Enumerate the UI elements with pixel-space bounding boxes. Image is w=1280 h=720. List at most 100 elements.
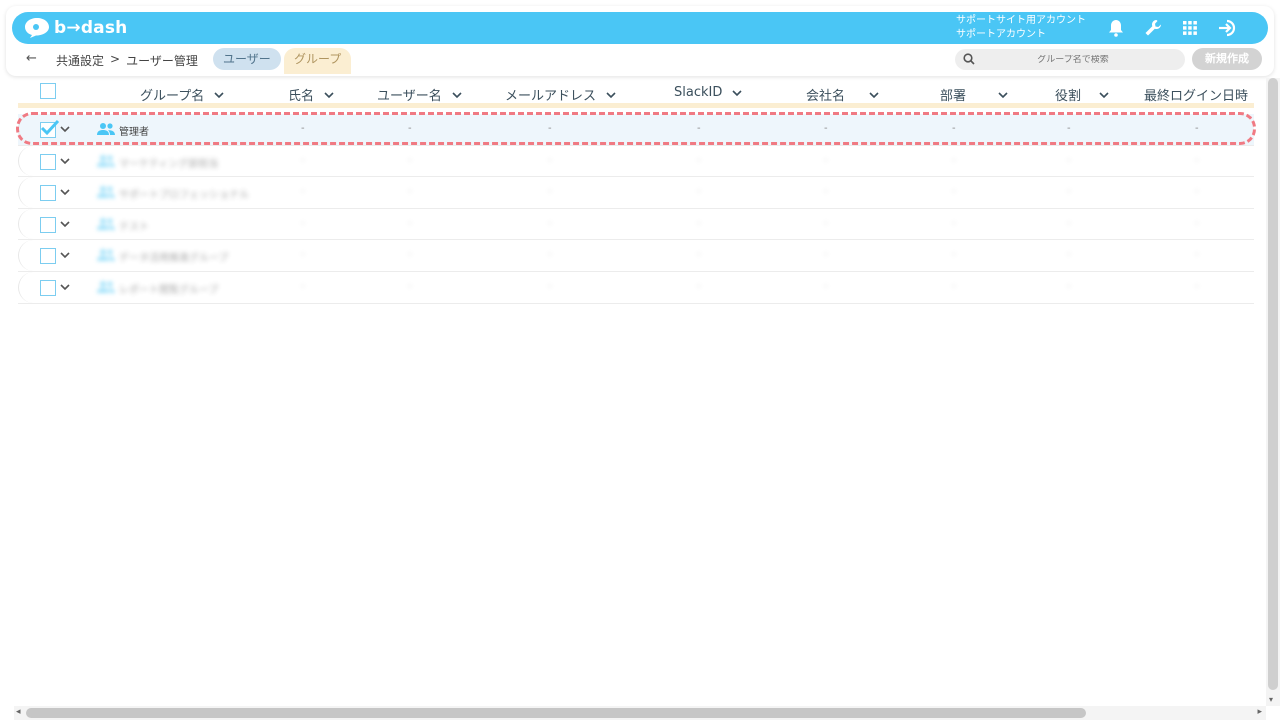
row-checkbox[interactable]: [40, 279, 56, 296]
column-header-username[interactable]: ユーザー名: [377, 85, 462, 104]
table-cell: -: [548, 217, 552, 229]
group-name-cell[interactable]: 管理者: [119, 123, 149, 138]
table-row[interactable]: サポートプロフェッショナル - - - - - - - -: [18, 177, 1254, 209]
tab-user[interactable]: ユーザー: [213, 48, 281, 70]
table-cell: -: [824, 154, 828, 166]
table-row[interactable]: レポート閲覧グループ - - - - - - - -: [18, 271, 1254, 304]
chevron-down-icon: [1099, 91, 1109, 98]
column-label: 部署: [940, 89, 967, 104]
expand-chevron-icon[interactable]: [60, 250, 70, 260]
scroll-left-arrow[interactable]: ◂: [16, 707, 21, 717]
chevron-down-icon: [998, 91, 1008, 98]
table-cell: -: [1195, 154, 1199, 166]
vertical-scrollbar[interactable]: ▾: [1266, 78, 1280, 706]
logo-text: b→dash: [54, 18, 128, 38]
group-name-cell[interactable]: レポート閲覧グループ: [119, 281, 218, 296]
scroll-right-arrow[interactable]: ▸: [1257, 707, 1262, 717]
column-label: SlackID: [674, 85, 723, 100]
search-input[interactable]: [983, 54, 1163, 65]
table-cell: -: [1067, 280, 1071, 292]
row-checkbox[interactable]: [40, 248, 56, 265]
table-cell: -: [697, 123, 701, 134]
table-row[interactable]: テスト - - - - - - - -: [18, 208, 1254, 241]
chevron-down-icon: [214, 91, 224, 98]
back-button[interactable]: ←: [26, 51, 37, 66]
group-icon: [97, 186, 115, 199]
table-cell: -: [408, 249, 412, 261]
bell-icon[interactable]: [1106, 18, 1126, 38]
row-checkbox[interactable]: [40, 185, 56, 202]
table-cell: -: [301, 123, 305, 134]
apps-grid-icon[interactable]: [1180, 18, 1200, 38]
group-name-cell[interactable]: テスト: [119, 218, 149, 233]
row-checkbox[interactable]: [40, 216, 56, 233]
horizontal-scroll-thumb[interactable]: [26, 708, 1086, 718]
group-name-cell[interactable]: データ活用推進グループ: [119, 249, 228, 264]
table-cell: -: [1195, 186, 1199, 198]
expand-chevron-icon[interactable]: [60, 282, 70, 292]
table-body: 管理者 - - - - - - - - マーケティング部担当 - - - - - - - - サポートプロフェッショ…: [18, 114, 1254, 304]
chevron-down-icon: [324, 91, 334, 98]
horizontal-scrollbar[interactable]: ◂ ▸: [14, 706, 1266, 720]
breadcrumb-common-settings[interactable]: 共通設定: [56, 52, 104, 69]
search-box: [955, 49, 1185, 70]
row-checkbox[interactable]: [40, 119, 60, 138]
logout-icon[interactable]: [1218, 18, 1238, 38]
table-row[interactable]: データ活用推進グループ - - - - - - - -: [18, 240, 1254, 272]
table-cell: -: [952, 123, 956, 134]
table-cell: -: [824, 123, 828, 134]
logo-bubble-icon: [25, 18, 49, 38]
table-cell: -: [824, 186, 828, 198]
table-cell: -: [697, 154, 701, 166]
expand-chevron-icon[interactable]: [60, 156, 70, 166]
column-header-role[interactable]: 役割: [1055, 85, 1109, 104]
column-header-full-name[interactable]: 氏名: [288, 85, 334, 104]
create-new-button[interactable]: 新規作成: [1192, 48, 1262, 70]
row-checkbox[interactable]: [40, 153, 56, 170]
table-cell: -: [697, 186, 701, 198]
expand-chevron-icon[interactable]: [60, 219, 70, 229]
table-cell: -: [1067, 186, 1071, 198]
group-name-cell[interactable]: マーケティング部担当: [119, 155, 218, 170]
table-cell: -: [952, 217, 956, 229]
table-cell: -: [824, 217, 828, 229]
wrench-icon[interactable]: [1143, 18, 1163, 38]
account-info[interactable]: サポートサイト用アカウント サポートアカウント: [956, 14, 1086, 42]
table-cell: -: [824, 249, 828, 261]
column-header-group-name[interactable]: グループ名: [140, 85, 224, 104]
table-cell: -: [301, 280, 305, 292]
table-cell: -: [697, 217, 701, 229]
group-name-cell[interactable]: サポートプロフェッショナル: [119, 186, 249, 201]
select-all-checkbox[interactable]: [40, 83, 56, 99]
column-header-department[interactable]: 部署: [940, 85, 1008, 104]
table-row[interactable]: マーケティング部担当 - - - - - - - -: [18, 145, 1254, 178]
table-cell: -: [548, 186, 552, 198]
chevron-down-icon: [452, 91, 462, 98]
column-header-last-login[interactable]: 最終ログイン日時: [1144, 85, 1248, 104]
expand-chevron-icon[interactable]: [60, 124, 70, 134]
table-cell: -: [1195, 123, 1199, 134]
column-label: 氏名: [288, 89, 315, 104]
table-cell: -: [408, 217, 412, 229]
breadcrumb-separator: >: [110, 52, 121, 66]
breadcrumb-user-management: ユーザー管理: [126, 54, 198, 68]
logo[interactable]: b→dash: [24, 16, 127, 40]
group-icon: [97, 123, 115, 135]
expand-chevron-icon[interactable]: [60, 187, 70, 197]
table-row[interactable]: 管理者 - - - - - - - -: [18, 114, 1254, 146]
group-icon: [97, 280, 115, 293]
vertical-scroll-thumb[interactable]: [1268, 78, 1278, 690]
column-header-slack-id[interactable]: SlackID: [674, 85, 742, 100]
table-cell: -: [697, 249, 701, 261]
table-cell: -: [548, 280, 552, 292]
group-icon: [97, 154, 115, 167]
column-label: グループ名: [140, 89, 205, 104]
column-header-email[interactable]: メールアドレス: [505, 85, 616, 104]
table-cell: -: [408, 154, 412, 166]
table-cell: -: [1067, 217, 1071, 229]
group-icon: [97, 249, 115, 262]
tab-group[interactable]: グループ: [284, 48, 352, 74]
table-cell: -: [548, 123, 552, 134]
scroll-down-arrow[interactable]: ▾: [1269, 695, 1273, 704]
column-header-company[interactable]: 会社名: [806, 85, 879, 104]
